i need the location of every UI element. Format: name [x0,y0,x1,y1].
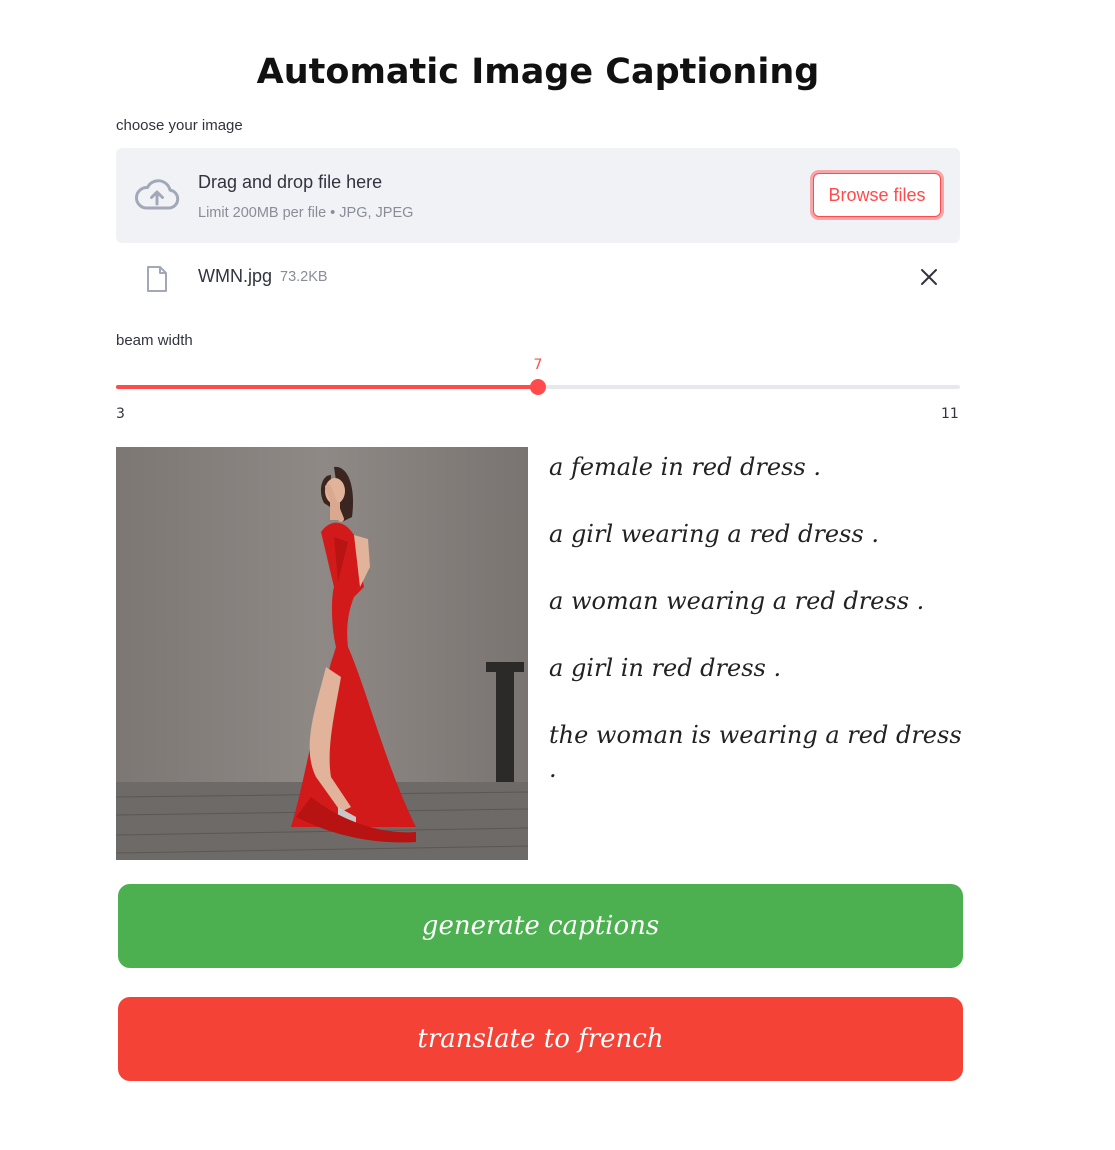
caption-item: the woman is wearing a red dress . [549,721,962,783]
caption-list: a female in red dress . a girl wearing a … [549,450,969,785]
browse-files-button[interactable]: Browse files [813,173,941,217]
remove-file-close-icon[interactable] [918,266,940,288]
slider-label: beam width [116,332,193,349]
file-dropzone[interactable]: Drag and drop file here Limit 200MB per … [116,148,960,243]
slider-fill [116,385,538,389]
uploaded-file-size: 73.2KB [280,269,328,285]
slider-max-label: 11 [941,406,959,422]
caption-item: a girl wearing a red dress . [549,520,879,548]
translate-to-french-button[interactable]: translate to french [118,997,963,1081]
beam-width-slider[interactable] [116,379,960,395]
cloud-upload-icon [134,178,180,216]
slider-current-value: 7 [533,357,543,373]
uploader-label: choose your image [116,117,243,134]
generate-captions-button[interactable]: generate captions [118,884,963,968]
dropzone-limit-text: Limit 200MB per file • JPG, JPEG [198,205,414,221]
caption-item: a girl in red dress . [549,654,782,682]
dropzone-instructions: Drag and drop file here [198,172,383,192]
caption-item: a female in red dress . [549,453,821,481]
uploaded-image-preview [116,447,528,860]
caption-item: a woman wearing a red dress . [549,587,925,615]
file-icon [146,265,168,297]
slider-thumb[interactable] [530,379,546,395]
slider-min-label: 3 [116,406,125,422]
uploaded-file-name: WMN.jpg [198,266,273,286]
page-title: Automatic Image Captioning [256,52,820,92]
